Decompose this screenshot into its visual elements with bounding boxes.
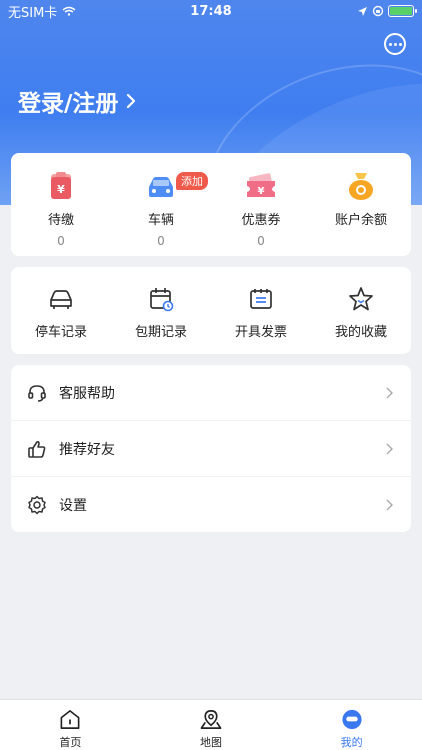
menu-label: 客服帮助 <box>59 385 115 402</box>
map-pin-icon <box>200 710 222 729</box>
record-label: 开具发票 <box>234 325 287 340</box>
headset-icon <box>28 384 46 402</box>
menu-item-recommend-friends[interactable]: 推荐好友 <box>11 421 411 477</box>
svg-text:¥: ¥ <box>57 183 65 196</box>
car-icon <box>149 177 173 197</box>
tab-home[interactable]: 首页 <box>0 700 141 750</box>
menu-label: 设置 <box>59 498 87 514</box>
parking-records-button[interactable]: 停车记录 <box>11 267 111 354</box>
wallet-value: 0 <box>257 234 265 248</box>
wallet-label: 账户余额 <box>334 213 387 228</box>
payment-bill-icon: ¥ <box>51 172 71 199</box>
tab-label: 地图 <box>200 736 222 749</box>
money-bag-icon <box>349 173 373 200</box>
wallet-card: ¥ 待缴 0 添加 车辆 0 ¥ 优惠券 0 账户余额 <box>11 153 411 256</box>
tab-mine[interactable]: 我的 <box>281 700 422 750</box>
wallet-item-vehicle[interactable]: 添加 车辆 0 <box>111 153 211 256</box>
menu-card: 客服帮助 推荐好友 设置 <box>11 365 411 532</box>
subscription-records-button[interactable]: 包期记录 <box>111 267 211 354</box>
favorites-button[interactable]: 我的收藏 <box>311 267 411 354</box>
invoice-button[interactable]: 开具发票 <box>211 267 311 354</box>
tab-label: 首页 <box>59 736 82 749</box>
calendar-icon <box>150 288 174 312</box>
profile-face-icon <box>342 709 362 730</box>
tab-bar: 首页 地图 我的 <box>0 699 422 750</box>
tab-label: 我的 <box>340 736 363 749</box>
clock: 17:48 <box>190 3 232 19</box>
wallet-item-pending[interactable]: ¥ 待缴 0 <box>11 153 111 256</box>
car-outline-icon <box>50 290 72 309</box>
gear-icon <box>28 495 46 515</box>
add-vehicle-badge[interactable]: 添加 <box>176 172 208 190</box>
chevron-right-icon <box>386 443 393 454</box>
battery-icon <box>388 5 417 17</box>
wallet-item-coupon[interactable]: ¥ 优惠券 0 <box>211 153 311 256</box>
wallet-label: 优惠券 <box>241 213 281 228</box>
home-icon <box>60 710 80 729</box>
wallet-value: 0 <box>157 234 165 248</box>
coupon-icon: ¥ <box>247 173 275 197</box>
wallet-label: 车辆 <box>147 213 174 228</box>
wallet-label: 待缴 <box>47 213 74 228</box>
menu-label: 推荐好友 <box>59 441 115 458</box>
wallet-value: 0 <box>57 234 65 248</box>
chevron-right-icon <box>386 499 393 511</box>
record-label: 我的收藏 <box>334 325 387 340</box>
chevron-right-icon <box>127 93 136 109</box>
menu-item-customer-service[interactable]: 客服帮助 <box>11 365 411 421</box>
wallet-item-balance[interactable]: 账户余额 <box>311 153 411 256</box>
thumbs-up-icon <box>28 440 46 458</box>
login-label: 登录/注册 <box>18 91 119 117</box>
chevron-right-icon <box>386 387 393 398</box>
login-register-link[interactable]: 登录/注册 <box>18 84 136 118</box>
menu-item-settings[interactable]: 设置 <box>11 477 411 533</box>
more-options-button[interactable] <box>384 33 406 55</box>
svg-text:¥: ¥ <box>258 186 265 197</box>
tab-map[interactable]: 地图 <box>141 700 282 750</box>
records-card: 停车记录 包期记录 开具发票 我的收藏 <box>11 267 411 354</box>
star-icon <box>349 287 373 311</box>
record-label: 停车记录 <box>34 325 87 340</box>
invoice-icon <box>250 289 272 309</box>
record-label: 包期记录 <box>134 325 187 340</box>
status-bar: 无SIM卡 17:48 <box>0 0 422 22</box>
